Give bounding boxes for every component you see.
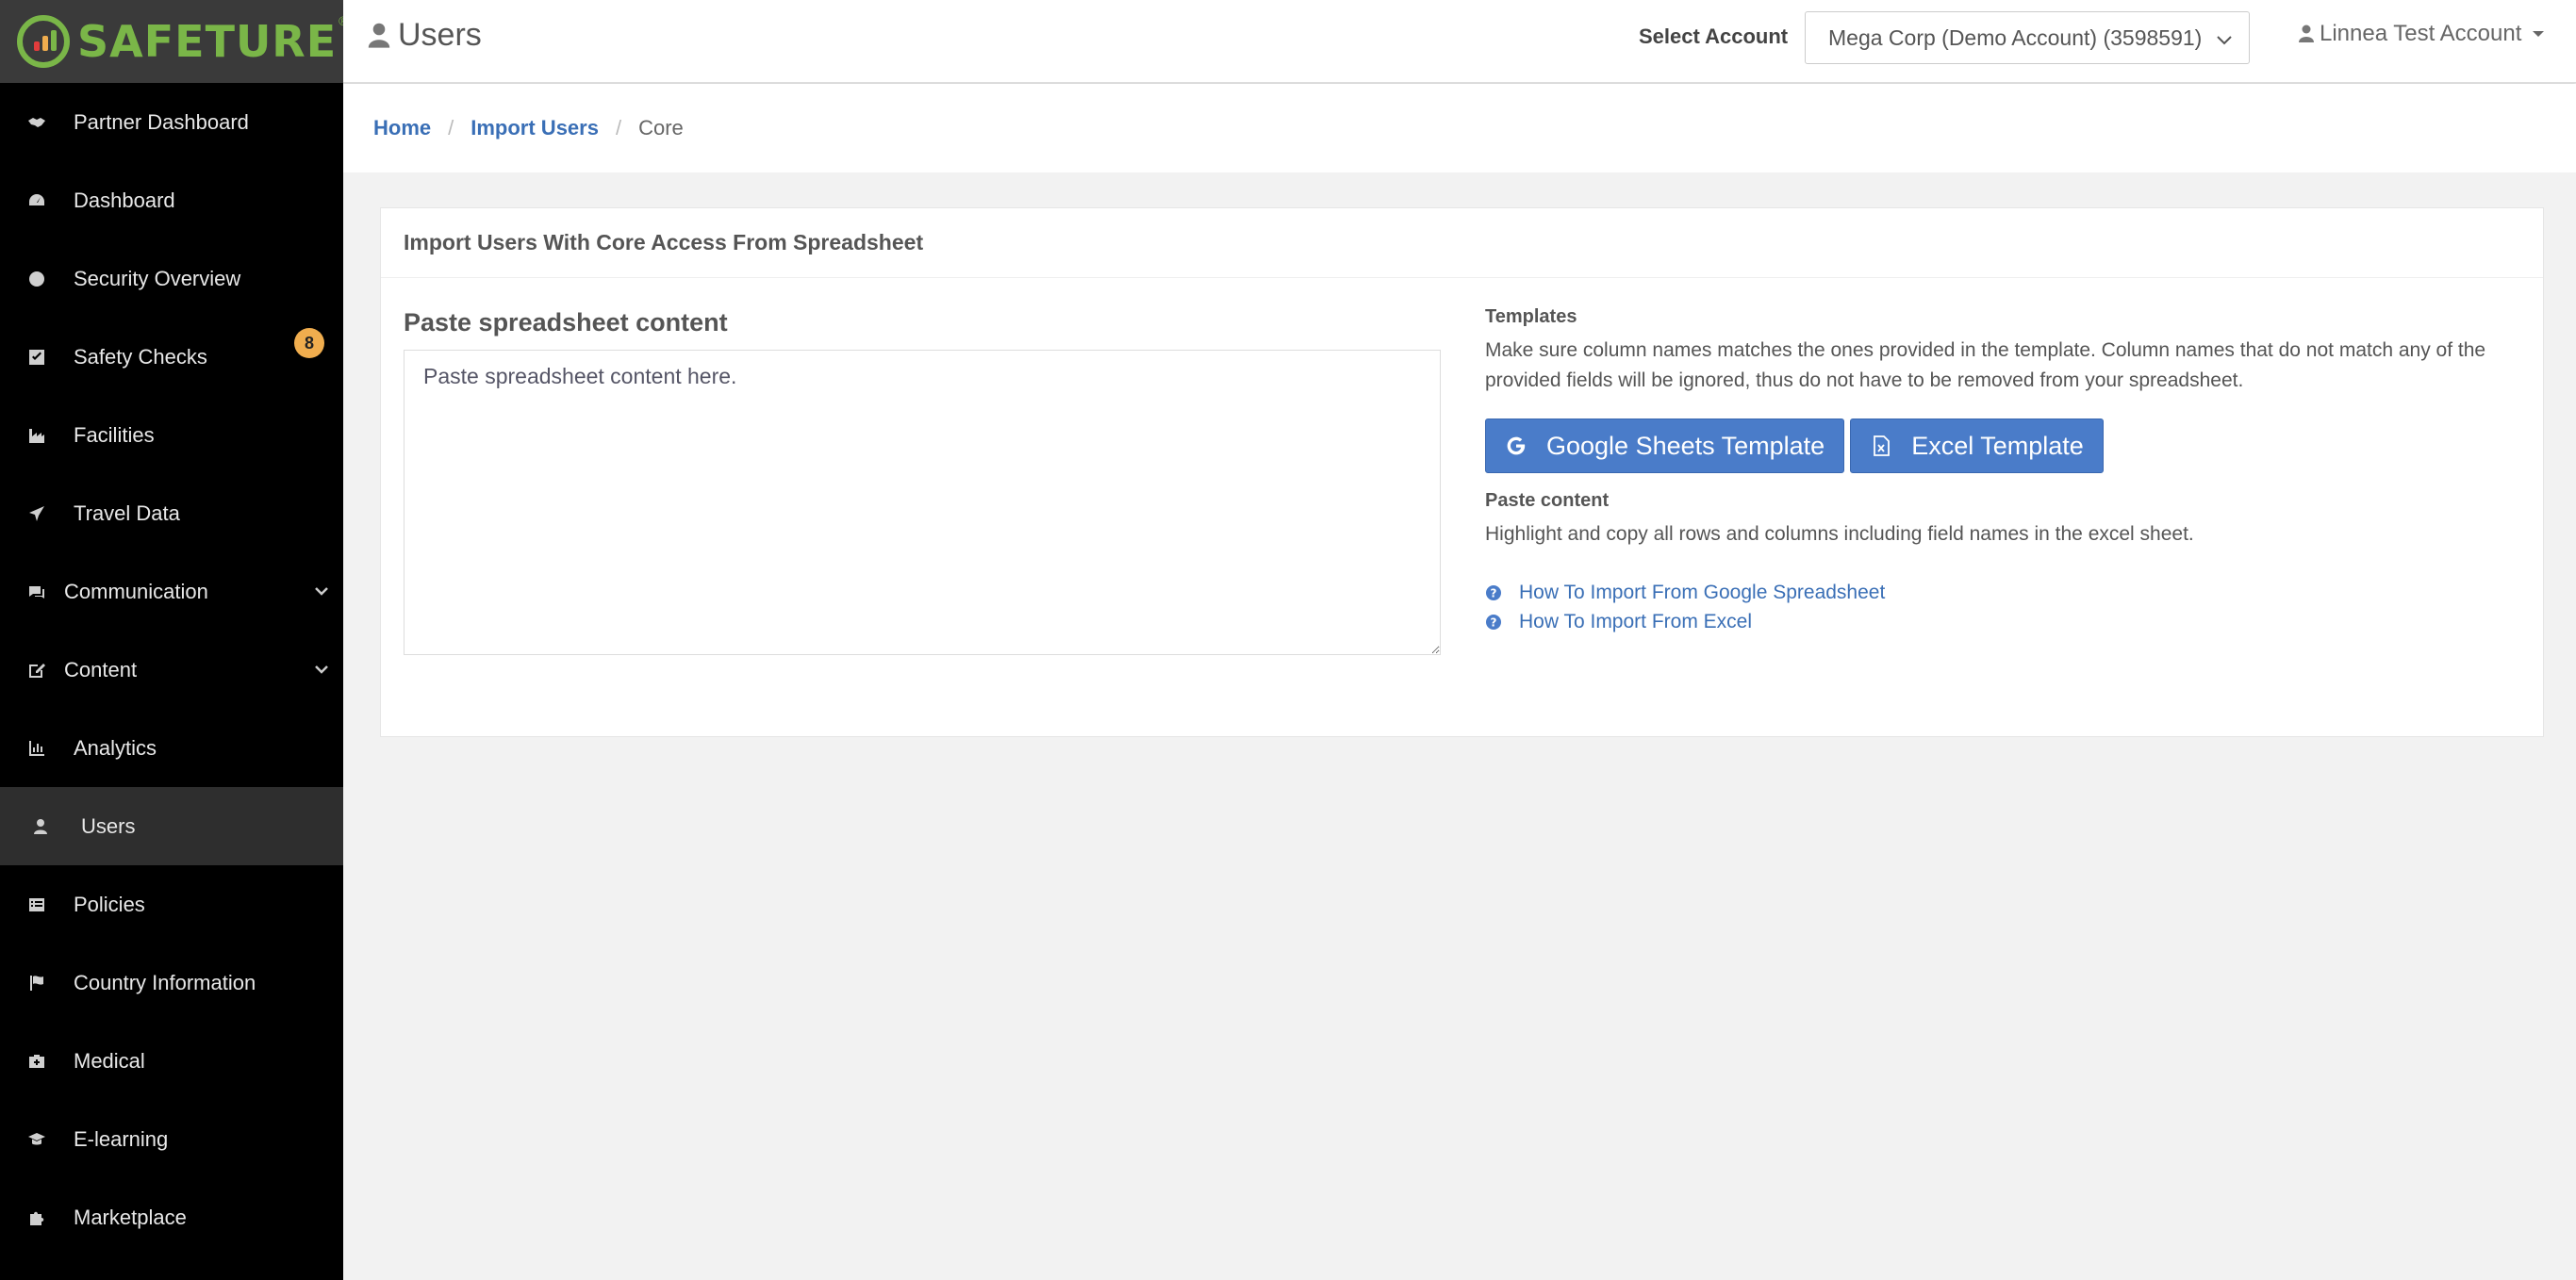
- sidebar-item-label: Medical: [74, 1048, 145, 1073]
- breadcrumb: Home / Import Users / Core: [343, 84, 2576, 172]
- sidebar-item-safety-checks[interactable]: Safety Checks: [0, 318, 343, 396]
- bar-chart-icon: [25, 736, 49, 761]
- svg-text:?: ?: [1491, 586, 1497, 599]
- paste-label: Paste spreadsheet content: [404, 308, 728, 336]
- dashboard-icon: [25, 189, 49, 213]
- sidebar-item-label: Safety Checks: [74, 344, 207, 369]
- file-excel-icon: [1874, 435, 1891, 456]
- question-circle-icon: ?: [1486, 614, 1501, 630]
- import-panel: Import Users With Core Access From Sprea…: [380, 207, 2544, 737]
- chevron-down-icon[interactable]: [313, 659, 330, 676]
- sidebar-item-analytics[interactable]: Analytics: [0, 709, 343, 787]
- sidebar-item-label: Policies: [74, 892, 145, 916]
- excel-template-button[interactable]: Excel Template: [1850, 418, 2104, 473]
- sidebar-item-medical[interactable]: Medical: [0, 1022, 343, 1100]
- sidebar-nav: Partner Dashboard Dashboard Security Ove…: [0, 83, 343, 1256]
- sidebar-item-travel-data[interactable]: Travel Data: [0, 474, 343, 552]
- sidebar-item-marketplace[interactable]: Marketplace: [0, 1178, 343, 1256]
- user-name: Linnea Test Account: [2320, 21, 2522, 46]
- how-to-import-google-link[interactable]: How To Import From Google Spreadsheet: [1519, 582, 1885, 604]
- sidebar-item-label: Partner Dashboard: [74, 109, 249, 134]
- page-title-text: Users: [398, 17, 482, 53]
- sidebar-item-users[interactable]: Users: [0, 787, 343, 865]
- sidebar-item-label: Security Overview: [74, 266, 241, 290]
- help-link-row: ? How To Import From Google Spreadsheet: [1485, 578, 2522, 607]
- select-account-label: Select Account: [1639, 25, 1789, 48]
- sidebar-item-content[interactable]: Content: [0, 631, 343, 709]
- top-header: Users Select Account Mega Corp (Demo Acc…: [343, 0, 2576, 83]
- panel-heading: Import Users With Core Access From Sprea…: [381, 208, 2543, 278]
- plane-icon: [25, 501, 49, 526]
- sidebar-item-label: Dashboard: [74, 188, 175, 212]
- graduation-cap-icon: [25, 1127, 49, 1152]
- breadcrumb-home[interactable]: Home: [373, 116, 431, 140]
- sidebar-item-label: Communication: [64, 579, 208, 603]
- sidebar-item-facilities[interactable]: Facilities: [0, 396, 343, 474]
- list-icon: [25, 893, 49, 917]
- sidebar-item-e-learning[interactable]: E-learning: [0, 1100, 343, 1178]
- sidebar-item-partner-dashboard[interactable]: Partner Dashboard: [0, 83, 343, 161]
- sidebar-item-communication[interactable]: Communication: [0, 552, 343, 631]
- help-links: ? How To Import From Google Spreadsheet …: [1485, 578, 2522, 636]
- chevron-down-icon: [2215, 29, 2234, 55]
- account-select[interactable]: Mega Corp (Demo Account) (3598591): [1805, 11, 2250, 64]
- template-buttons: Google Sheets Template Excel Template: [1485, 418, 2522, 473]
- google-icon: [1507, 436, 1526, 455]
- paste-spreadsheet-textarea[interactable]: [404, 350, 1441, 655]
- sidebar-item-country-information[interactable]: Country Information: [0, 944, 343, 1022]
- edit-icon: [25, 658, 49, 682]
- globe-icon: [25, 267, 49, 291]
- check-square-icon: [25, 345, 49, 369]
- puzzle-icon: [25, 1206, 49, 1230]
- user-menu[interactable]: Linnea Test Account: [2299, 21, 2545, 47]
- sidebar-item-label: Users: [81, 813, 136, 838]
- sidebar-item-label: E-learning: [74, 1126, 169, 1151]
- sidebar-item-label: Content: [64, 657, 138, 681]
- templates-text: Make sure column names matches the ones …: [1485, 339, 2486, 391]
- google-sheets-template-label: Google Sheets Template: [1546, 431, 1825, 460]
- sidebar-item-security-overview[interactable]: Security Overview: [0, 239, 343, 318]
- help-link-row: ? How To Import From Excel: [1485, 607, 2522, 636]
- caret-down-icon: [2533, 31, 2545, 37]
- sidebar: SAFETURE ® Partner Dashboard Dashboard S…: [0, 0, 348, 1280]
- templates-section: Templates Make sure column names matches…: [1485, 306, 2522, 636]
- sidebar-item-dashboard[interactable]: Dashboard: [0, 161, 343, 239]
- templates-title: Templates: [1485, 306, 1577, 327]
- sidebar-item-label: Travel Data: [74, 501, 180, 525]
- google-sheets-template-button[interactable]: Google Sheets Template: [1485, 418, 1845, 473]
- page-title: Users: [368, 17, 482, 54]
- svg-text:?: ?: [1491, 615, 1497, 629]
- sidebar-item-label: Country Information: [74, 970, 256, 994]
- breadcrumb-current: Core: [638, 116, 684, 139]
- brand-name: SAFETURE: [77, 16, 338, 67]
- medkit-icon: [25, 1049, 49, 1074]
- comments-icon: [25, 580, 49, 604]
- safety-checks-badge: 8: [294, 328, 324, 358]
- paste-content-title: Paste content: [1485, 490, 1610, 511]
- sidebar-item-label: Analytics: [74, 735, 157, 760]
- breadcrumb-separator: /: [448, 116, 454, 139]
- brand-logo[interactable]: SAFETURE ®: [0, 0, 348, 83]
- breadcrumb-import-users[interactable]: Import Users: [471, 116, 599, 140]
- breadcrumb-separator: /: [615, 116, 622, 139]
- user-icon: [28, 814, 53, 839]
- flag-icon: [25, 971, 49, 995]
- sidebar-item-label: Facilities: [74, 422, 155, 447]
- question-circle-icon: ?: [1486, 584, 1501, 600]
- sidebar-item-label: Marketplace: [74, 1205, 187, 1229]
- paste-content-text: Highlight and copy all rows and columns …: [1485, 523, 2194, 545]
- user-icon: [2299, 25, 2314, 42]
- user-icon: [368, 23, 390, 48]
- sidebar-item-policies[interactable]: Policies: [0, 865, 343, 944]
- excel-template-label: Excel Template: [1911, 431, 2084, 460]
- safeture-logo-icon: [17, 15, 70, 68]
- industry-icon: [25, 423, 49, 448]
- handshake-icon: [25, 110, 49, 135]
- account-select-value: Mega Corp (Demo Account) (3598591): [1828, 25, 2203, 50]
- chevron-down-icon[interactable]: [313, 581, 330, 598]
- how-to-import-excel-link[interactable]: How To Import From Excel: [1519, 611, 1752, 633]
